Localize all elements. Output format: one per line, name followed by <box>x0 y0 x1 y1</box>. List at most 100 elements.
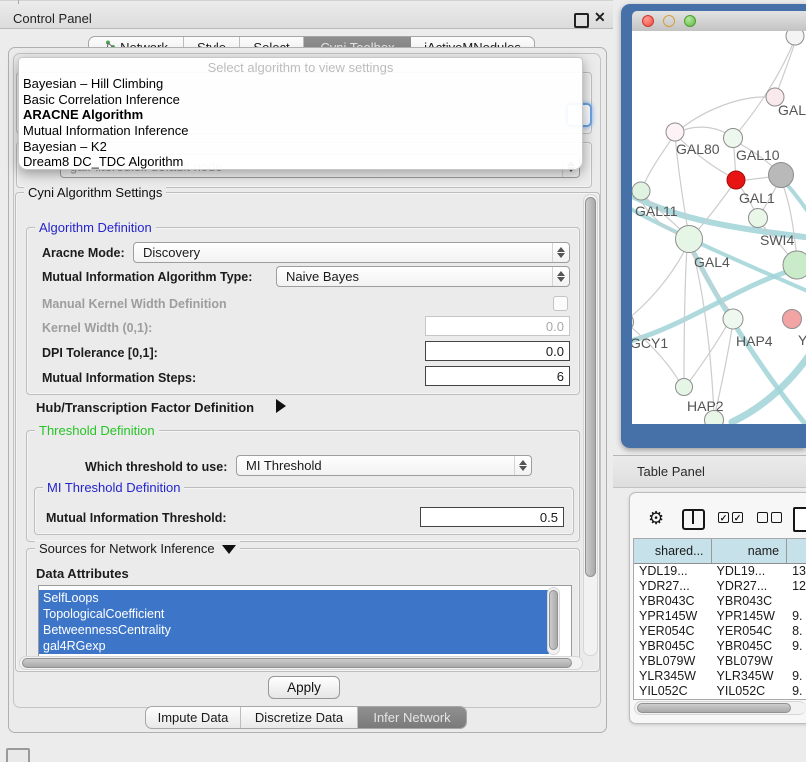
select-all-checks-icon[interactable]: ✓✓ <box>718 512 743 523</box>
table-cell: YBL079W <box>712 654 788 669</box>
table-row[interactable]: YBL079WYBL079W <box>634 654 806 669</box>
dropdown-item[interactable]: Basic Correlation Inference <box>19 92 582 108</box>
network-node[interactable] <box>749 209 768 228</box>
close-window-icon[interactable] <box>642 15 654 27</box>
mi-threshold-field[interactable]: 0.5 <box>420 507 564 527</box>
network-node[interactable] <box>723 309 743 329</box>
network-window-titlebar[interactable] <box>632 11 806 32</box>
settings-vscrollbar-track[interactable] <box>583 194 598 656</box>
table-cell: YDR27... <box>634 579 712 594</box>
network-node[interactable] <box>632 182 650 200</box>
settings-hscrollbar-track[interactable] <box>19 656 583 670</box>
table-row[interactable]: YIL052CYIL052C9. <box>634 684 806 699</box>
table-row[interactable]: YBR045CYBR045C9. <box>634 639 806 654</box>
column-header-shared[interactable]: shared... <box>634 539 712 563</box>
table-row[interactable]: YER054CYER054C8. <box>634 624 806 639</box>
dropdown-item[interactable]: Mutual Information Inference <box>19 123 582 139</box>
list-scrollbar-track[interactable] <box>547 587 560 655</box>
apply-button[interactable]: Apply <box>268 676 340 699</box>
deselect-all-checks-icon[interactable] <box>757 512 782 523</box>
list-scrollbar-thumb[interactable] <box>549 590 558 650</box>
columns-icon[interactable] <box>682 509 705 530</box>
table-cell: YPR145W <box>634 609 712 624</box>
node-table: shared... name YDL19...YDL19...13YDR27..… <box>633 538 806 700</box>
dpi-tolerance-field[interactable]: 0.0 <box>425 341 570 361</box>
kernel-width-value: 0.0 <box>546 319 564 334</box>
attribute-list-item[interactable]: SelfLoops <box>39 590 549 606</box>
network-node[interactable] <box>727 171 745 189</box>
column-header-extra[interactable] <box>787 539 806 563</box>
manual-kernel-checkbox[interactable] <box>553 296 568 311</box>
table-cell: YIL052C <box>634 684 712 699</box>
network-node[interactable] <box>666 123 684 141</box>
mi-algorithm-type-label: Mutual Information Algorithm Type: <box>42 270 252 284</box>
float-panel-icon[interactable] <box>574 13 589 28</box>
table-hscrollbar-thumb[interactable] <box>637 703 791 713</box>
attribute-list-item[interactable]: gal4RGexp <box>39 638 549 654</box>
node-label: GAL11 <box>635 203 678 219</box>
network-node[interactable] <box>786 31 804 45</box>
data-attributes-label: Data Attributes <box>36 566 129 581</box>
network-edge-highlighted <box>632 269 797 343</box>
table-row[interactable]: YDR27...YDR27...12 <box>634 579 806 594</box>
gear-icon[interactable]: ⚙ <box>648 508 664 529</box>
expand-arrow-icon[interactable] <box>276 399 286 413</box>
tab-discretize-data-label: Discretize Data <box>255 710 343 725</box>
mi-algorithm-type-combo[interactable]: Naive Bayes <box>276 266 570 287</box>
zoom-window-icon[interactable] <box>684 15 696 27</box>
table-cell: 9. <box>787 639 806 654</box>
table-cell: 12 <box>787 579 806 594</box>
table-cell: YDL19... <box>634 564 712 579</box>
tab-impute-data[interactable]: Impute Data <box>146 707 241 728</box>
network-edge <box>784 188 797 259</box>
mi-threshold-value: 0.5 <box>540 510 558 525</box>
dropdown-item[interactable]: Dream8 DC_TDC Algorithm <box>19 154 582 170</box>
threshold-definition-title: Threshold Definition <box>35 423 159 438</box>
attribute-list-item[interactable]: BetweennessCentrality <box>39 622 549 638</box>
tab-infer-network[interactable]: Infer Network <box>358 707 466 728</box>
collapse-arrow-icon[interactable] <box>222 545 236 554</box>
attribute-list-item[interactable]: TopologicalCoefficient <box>39 606 549 622</box>
manual-kernel-label: Manual Kernel Width Definition <box>42 297 227 311</box>
table-cell: YIL052C <box>712 684 788 699</box>
network-node[interactable] <box>783 251 806 279</box>
table-cell: YBR045C <box>634 639 712 654</box>
which-threshold-label: Which threshold to use: <box>85 460 227 474</box>
algorithm-definition-title: Algorithm Definition <box>35 220 156 235</box>
table-cell: YBR043C <box>712 594 788 609</box>
dropdown-item[interactable]: Bayesian – Hill Climbing <box>19 76 582 92</box>
table-row[interactable]: YBR043CYBR043C <box>634 594 806 609</box>
table-row[interactable]: YPR145WYPR145W9. <box>634 609 806 624</box>
network-node[interactable] <box>783 310 802 329</box>
network-node[interactable] <box>676 379 693 396</box>
combo-arrows-icon <box>514 456 531 475</box>
mi-steps-field[interactable]: 6 <box>425 366 570 386</box>
dropdown-item[interactable]: ARACNE Algorithm <box>19 107 582 123</box>
node-label: GAL1 <box>739 190 775 206</box>
dpi-tolerance-value: 0.0 <box>546 344 564 359</box>
network-node[interactable] <box>769 163 794 188</box>
table-row[interactable]: YDL19...YDL19...13 <box>634 564 806 579</box>
kernel-width-field[interactable]: 0.0 <box>425 316 570 336</box>
table-hscrollbar-track[interactable] <box>634 701 806 715</box>
tab-discretize-data[interactable]: Discretize Data <box>241 707 358 728</box>
aracne-mode-combo[interactable]: Discovery <box>133 242 570 263</box>
mi-algorithm-type-value: Naive Bayes <box>286 269 359 284</box>
table-row[interactable]: YLR345WYLR345W9. <box>634 669 806 684</box>
dropdown-item[interactable]: Bayesian – K2 <box>19 139 582 155</box>
table-cell: YER054C <box>634 624 712 639</box>
which-threshold-combo[interactable]: MI Threshold <box>236 455 532 476</box>
minimized-panel-icon[interactable] <box>6 748 30 762</box>
column-header-name[interactable]: name <box>712 539 788 563</box>
minimize-window-icon[interactable] <box>663 15 675 27</box>
table-cell: 9. <box>787 684 806 699</box>
close-panel-icon[interactable]: ✕ <box>594 9 606 26</box>
settings-hscrollbar-thumb[interactable] <box>22 658 572 668</box>
table-cell: 8. <box>787 624 806 639</box>
network-node[interactable] <box>676 226 703 253</box>
network-canvas[interactable]: GALGAL80GAL10GAL1GAL11GAL4SWI4GCY1HAP4YH… <box>632 31 806 424</box>
settings-vscrollbar-thumb[interactable] <box>585 197 596 577</box>
table-mode-icon[interactable] <box>793 507 806 532</box>
network-node[interactable] <box>724 129 743 148</box>
network-edge <box>632 246 687 319</box>
